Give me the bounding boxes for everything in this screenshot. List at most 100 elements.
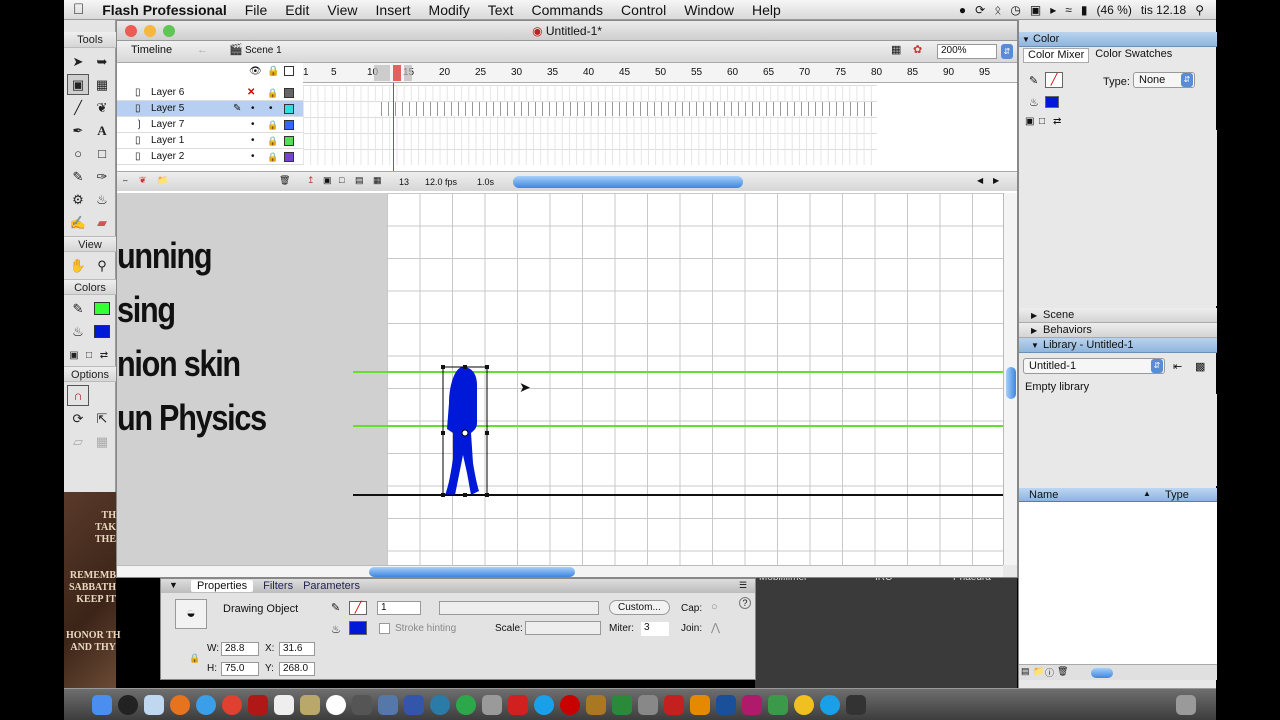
menu-modify[interactable]: Modify [420,2,479,18]
black-white-icon[interactable]: ▣ [67,345,81,366]
selection-tool-icon[interactable]: ➤ [67,51,89,72]
zoom-field[interactable]: 200% [937,44,997,59]
rectangle-tool-icon[interactable]: □ [91,143,113,164]
mail-icon[interactable] [144,694,164,715]
no-color-icon[interactable]: □ [1039,116,1045,127]
layer-name[interactable]: Layer 2 [151,149,184,165]
layer-color-box[interactable] [284,120,294,130]
library-panel-header[interactable]: ▼ Library - Untitled-1 [1019,338,1217,353]
lock-dot[interactable]: • [269,101,273,117]
itunes-icon[interactable] [326,694,346,715]
no-color-icon[interactable]: □ [82,345,96,366]
scale-icon[interactable]: ⇱ [91,408,113,429]
library-list[interactable] [1019,502,1217,664]
ink-bottle-tool-icon[interactable]: ⚙ [67,189,89,210]
new-symbol-icon[interactable]: ▤ [1021,666,1030,677]
dreamweaver-icon[interactable] [768,694,788,715]
center-frame-icon[interactable]: ↥ [307,175,315,186]
trash-dock-icon[interactable] [1176,694,1196,715]
tab-properties[interactable]: Properties [191,580,254,592]
bluetooth-icon[interactable]: ᛟ [994,3,1001,17]
firefox-icon[interactable] [170,694,190,715]
height-field[interactable]: 75.0 [221,662,259,676]
menu-insert[interactable]: Insert [367,2,420,18]
frame-number[interactable]: 90 [943,67,954,78]
indesign-icon[interactable] [742,694,762,715]
lock-proportions-icon[interactable]: 🔒 [189,653,200,664]
frame-number[interactable]: 95 [979,67,990,78]
close-button[interactable] [125,25,137,37]
layer-color-box[interactable] [284,136,294,146]
hand-tool-icon[interactable]: ✋ [67,255,89,276]
layer-name[interactable]: Layer 6 [151,85,184,101]
panel-menu-icon[interactable]: ☰ [739,580,747,591]
lock-icon[interactable]: 🔒 [267,149,278,165]
photoshop-icon[interactable] [716,694,736,715]
frame-number[interactable]: 30 [511,67,522,78]
onion-outline-icon[interactable]: □ [339,175,344,185]
stroke-color-swatch[interactable]: ╱ [349,601,367,615]
chrome-icon[interactable] [222,694,242,715]
modify-markers-icon[interactable]: ▦ [373,175,382,186]
illustrator-icon[interactable] [690,694,710,715]
pin-library-icon[interactable]: ⇤ [1173,360,1182,373]
frame-number[interactable]: 35 [547,67,558,78]
preview-icon[interactable] [638,694,658,715]
safari-icon[interactable] [196,694,216,715]
frame-number[interactable]: 60 [727,67,738,78]
column-type[interactable]: Type [1165,489,1189,501]
sort-arrow-icon[interactable]: ▲ [1143,489,1151,498]
free-transform-tool-icon[interactable]: ▣ [67,74,89,95]
frame-number[interactable]: 45 [619,67,630,78]
behaviors-panel-header[interactable]: ▶ Behaviors [1019,323,1217,338]
subselection-tool-icon[interactable]: ➥ [91,51,113,72]
vertical-scrollbar-thumb[interactable] [1006,367,1016,399]
cyberduck-icon[interactable] [586,694,606,715]
layer-row[interactable]: ▯ Layer 2 • 🔒 [117,149,303,165]
visibility-dot[interactable]: • [251,117,255,133]
fill-color-swatch[interactable] [1045,96,1059,108]
layer-row[interactable]: ▯ Layer 6 ✕ 🔒 [117,85,303,101]
frame-number[interactable]: 85 [907,67,918,78]
eraser-tool-icon[interactable]: ▰ [91,212,113,233]
outline-icon[interactable] [284,66,294,76]
menu-text[interactable]: Text [479,2,523,18]
ical-icon[interactable] [274,694,294,715]
edit-scene-icon[interactable]: ▦ [891,43,901,56]
sync-app-icon[interactable] [456,694,476,715]
layer-color-box[interactable] [284,152,294,162]
frame-number[interactable]: 75 [835,67,846,78]
zoom-dropdown-icon[interactable]: ⇵ [1001,44,1013,59]
photo-booth-icon[interactable] [248,694,268,715]
frame-number[interactable]: 55 [691,67,702,78]
frame-number[interactable]: 80 [871,67,882,78]
tab-filters[interactable]: Filters [263,580,293,592]
sync-icon[interactable]: ⟳ [975,3,985,17]
fill-color-swatch[interactable] [91,321,113,342]
skype-app-icon[interactable] [534,694,554,715]
paint-bucket-tool-icon[interactable]: ♨ [91,189,113,210]
tab-color-swatches[interactable]: Color Swatches [1095,48,1172,63]
migration-icon[interactable] [482,694,502,715]
scale-select[interactable] [525,621,601,635]
wifi-icon[interactable]: ≈ [1065,3,1072,17]
walking-figure[interactable] [439,363,491,503]
frame-number[interactable]: 40 [583,67,594,78]
finalcut-icon[interactable] [352,694,372,715]
horizontal-scrollbar[interactable] [117,565,1003,577]
frame-number[interactable]: 1 [303,67,309,78]
onion-skin-marker-right[interactable] [404,65,412,81]
battery-icon[interactable]: ▮ [1081,3,1088,17]
delete-icon[interactable]: 🗑 [1057,666,1068,677]
swap-colors-icon[interactable]: ⇄ [1053,116,1061,127]
add-layer-icon[interactable]: ⧿ [123,175,128,186]
width-field[interactable]: 28.8 [221,642,259,656]
display-icon[interactable]: ▣ [1030,3,1041,17]
lock-icon[interactable]: 🔒 [267,66,279,77]
miter-field[interactable]: 3 [641,622,669,636]
network-icon[interactable] [430,694,450,715]
layer-row[interactable]: ❳ Layer 7 • 🔒 [117,117,303,133]
zoom-button[interactable] [163,25,175,37]
frame-number[interactable]: 5 [331,67,337,78]
skype-icon[interactable] [820,694,840,715]
